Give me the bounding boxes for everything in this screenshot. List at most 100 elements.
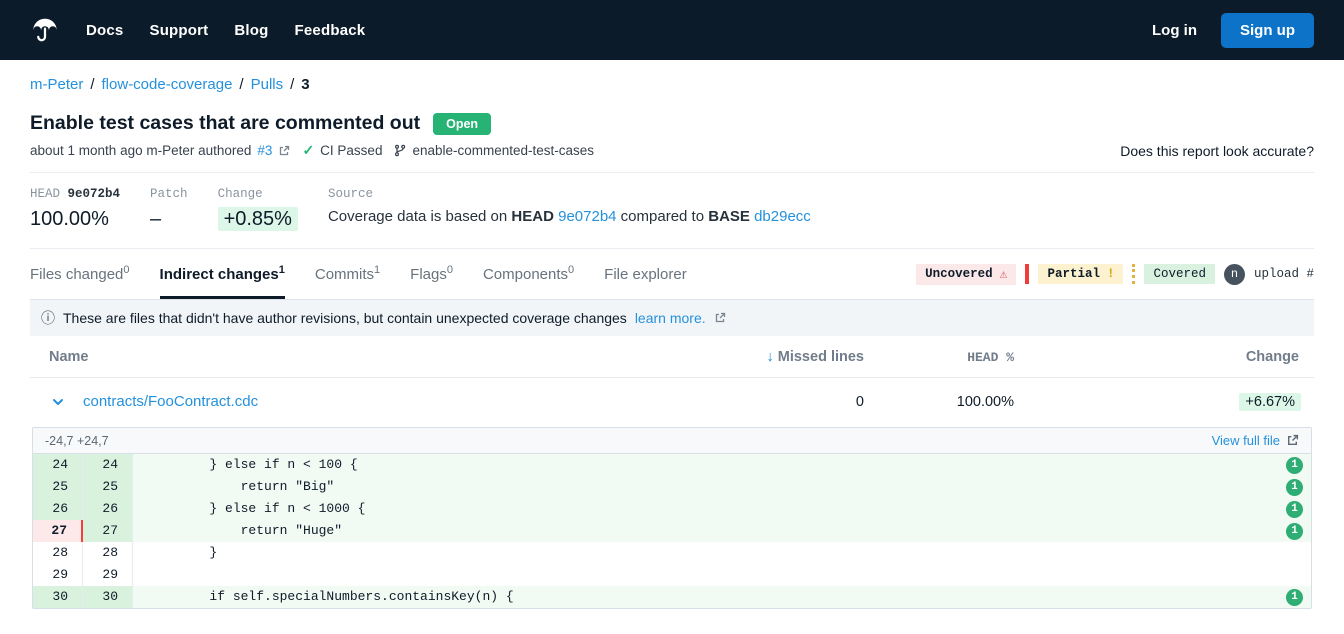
code-text: return "Huge": [147, 520, 342, 542]
change-label: Change: [218, 187, 298, 201]
code-text: } else if n < 1000 {: [147, 498, 365, 520]
old-line-number: 29: [33, 564, 83, 586]
source-label: Source: [328, 187, 811, 201]
code-text: } else if n < 100 {: [147, 454, 358, 476]
navbar-links: Docs Support Blog Feedback: [86, 22, 365, 39]
page-title: Enable test cases that are commented out: [30, 112, 420, 135]
legend-covered: Covered: [1144, 264, 1215, 284]
uncovered-bar: [1025, 264, 1029, 284]
chevron-down-icon[interactable]: [51, 395, 65, 409]
head-commit: 9e072b4: [68, 187, 121, 201]
external-link-icon[interactable]: [714, 312, 726, 324]
code-line: 28 28 }: [33, 542, 1311, 564]
signup-button[interactable]: Sign up: [1221, 13, 1314, 48]
code-line: 24 24 } else if n < 100 {1: [33, 454, 1311, 476]
old-line-number: 25: [33, 476, 83, 498]
new-line-number: 24: [83, 454, 133, 476]
source-base-commit-link[interactable]: db29ecc: [754, 208, 811, 225]
legend-partial: Partial !: [1038, 264, 1123, 284]
file-row: contracts/FooContract.cdc 0 100.00% +6.6…: [30, 378, 1314, 427]
breadcrumb-pulls[interactable]: Pulls: [251, 76, 284, 93]
new-line-number: 30: [83, 586, 133, 608]
banner-text: These are files that didn't have author …: [63, 310, 627, 326]
breadcrumb-separator: /: [239, 76, 243, 93]
breadcrumb-pull-number: 3: [301, 76, 309, 93]
nav-support[interactable]: Support: [149, 22, 208, 39]
patch-label: Patch: [150, 187, 188, 201]
pull-tabs: Files changed0 Indirect changes1 Commits…: [30, 249, 687, 299]
code-line: 26 26 } else if n < 1000 { 1: [33, 498, 1311, 520]
breadcrumb-separator: /: [90, 76, 94, 93]
file-link[interactable]: contracts/FooContract.cdc: [83, 393, 258, 410]
code-line: 27 27 return "Huge"1: [33, 520, 1311, 542]
coverage-summary: HEAD 9e072b4 100.00% Patch – Change +0.8…: [30, 173, 1314, 249]
column-name[interactable]: Name: [30, 349, 694, 365]
status-badge: Open: [433, 113, 491, 135]
hit-count-badge: 1: [1286, 501, 1303, 518]
coverage-legend: Uncovered ⚠ Partial ! Covered n upload #: [916, 264, 1314, 285]
codecov-logo-icon[interactable]: [30, 15, 60, 45]
hit-count-badge: 1: [1286, 523, 1303, 540]
breadcrumb: m-Peter / flow-code-coverage / Pulls / 3: [30, 60, 1314, 93]
diff-hunk-range: -24,7 +24,7: [45, 434, 109, 448]
external-link-icon[interactable]: [278, 145, 290, 157]
new-line-number: 29: [83, 564, 133, 586]
branch-name: enable-commented-test-cases: [412, 143, 594, 158]
head-coverage-value: 100.00%: [30, 208, 120, 231]
info-icon: ⓘ: [41, 308, 55, 328]
code-line: 29 29: [33, 564, 1311, 586]
column-head-percent[interactable]: HEAD %: [864, 350, 1014, 365]
view-full-file-link[interactable]: View full file: [1212, 433, 1299, 448]
change-value: +0.85%: [218, 207, 298, 231]
legend-uncovered: Uncovered ⚠: [916, 264, 1016, 285]
nav-docs[interactable]: Docs: [86, 22, 123, 39]
tab-flags[interactable]: Flags0: [410, 249, 453, 299]
file-head-percent: 100.00%: [864, 394, 1014, 410]
partial-mark-icon: !: [1107, 267, 1115, 281]
tab-components[interactable]: Components0: [483, 249, 574, 299]
breadcrumb-owner[interactable]: m-Peter: [30, 76, 83, 93]
warning-icon: ⚠: [1000, 267, 1008, 282]
head-label: HEAD: [30, 187, 60, 201]
source-text: Coverage data is based on: [328, 208, 511, 225]
source-head-word: HEAD: [511, 208, 554, 225]
diff-viewer: -24,7 +24,7 View full file 24 24 } else …: [32, 427, 1312, 609]
old-line-number: 30: [33, 586, 83, 608]
upload-number-icon: n: [1224, 264, 1245, 285]
column-change[interactable]: Change: [1014, 349, 1314, 365]
tab-commits[interactable]: Commits1: [315, 249, 380, 299]
breadcrumb-separator: /: [290, 76, 294, 93]
tab-files-changed[interactable]: Files changed0: [30, 249, 130, 299]
column-missed-lines[interactable]: ↓ Missed lines: [694, 349, 864, 365]
nav-blog[interactable]: Blog: [234, 22, 268, 39]
new-line-number: 26: [83, 498, 133, 520]
hit-count-badge: 1: [1286, 479, 1303, 496]
report-accuracy-prompt[interactable]: Does this report look accurate?: [1120, 143, 1314, 159]
code-text: return "Big": [147, 476, 334, 498]
patch-value: –: [150, 208, 188, 231]
tab-file-explorer[interactable]: File explorer: [604, 249, 687, 299]
breadcrumb-repo[interactable]: flow-code-coverage: [102, 76, 233, 93]
source-base-word: BASE: [708, 208, 750, 225]
code-line: 25 25 return "Big"1: [33, 476, 1311, 498]
old-line-number: 28: [33, 542, 83, 564]
source-text: compared to: [617, 208, 709, 225]
code-text: }: [147, 542, 217, 564]
hit-count-badge: 1: [1286, 457, 1303, 474]
login-link[interactable]: Log in: [1152, 22, 1197, 39]
learn-more-link[interactable]: learn more.: [635, 310, 706, 326]
old-line-number: 26: [33, 498, 83, 520]
branch-icon: [394, 144, 406, 157]
files-table-header: Name ↓ Missed lines HEAD % Change: [30, 336, 1314, 378]
nav-feedback[interactable]: Feedback: [295, 22, 366, 39]
file-change: +6.67%: [1239, 393, 1301, 411]
source-head-commit-link[interactable]: 9e072b4: [558, 208, 616, 225]
partial-bar: [1132, 264, 1135, 284]
tab-indirect-changes[interactable]: Indirect changes1: [160, 249, 285, 299]
indirect-changes-banner: ⓘ These are files that didn't have autho…: [30, 300, 1314, 336]
new-line-number: 27: [83, 520, 133, 542]
pr-number-link[interactable]: #3: [257, 143, 272, 158]
code-text: if self.specialNumbers.containsKey(n) {: [147, 586, 514, 608]
new-line-number: 28: [83, 542, 133, 564]
external-link-icon: [1286, 434, 1299, 447]
